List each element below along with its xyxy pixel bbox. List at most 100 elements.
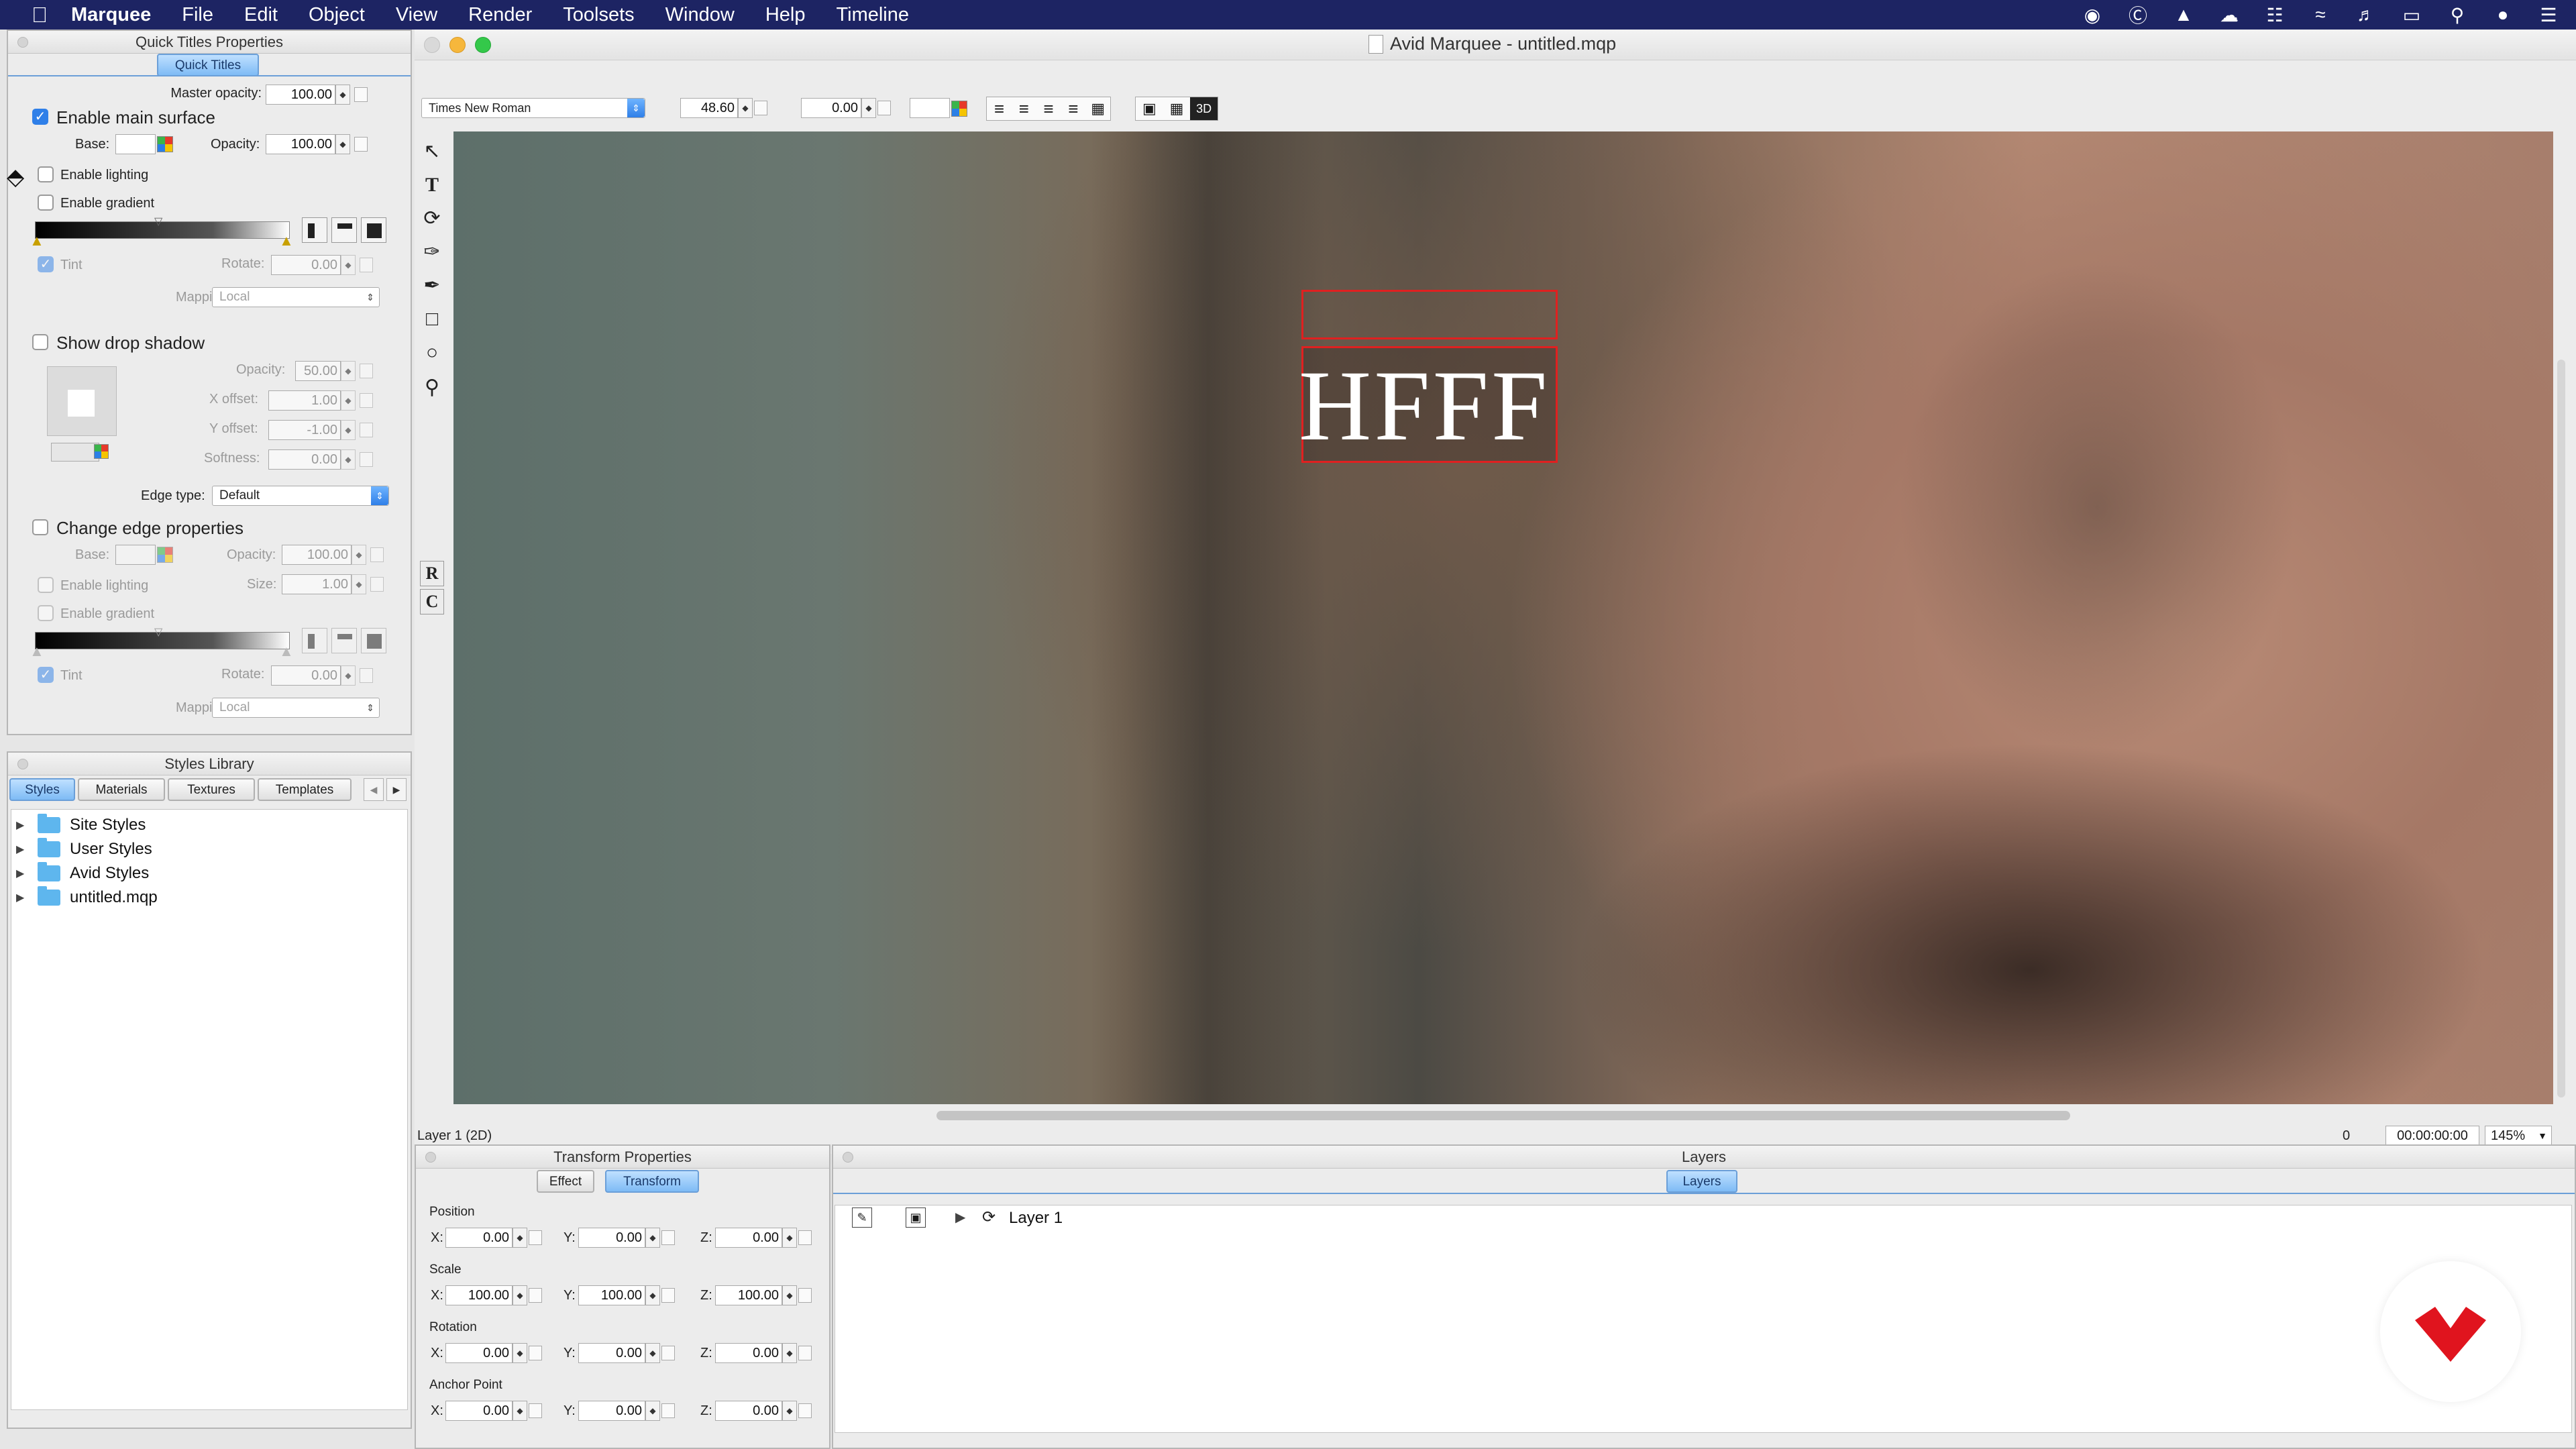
- shadow-preview[interactable]: [47, 366, 117, 436]
- edge-type-dropdown[interactable]: Default ⇕: [212, 486, 389, 506]
- close-icon[interactable]: [425, 1152, 436, 1163]
- title-text[interactable]: HFFF: [1299, 356, 1550, 456]
- gradient-box-button[interactable]: [361, 217, 386, 243]
- close-icon[interactable]: [843, 1152, 853, 1163]
- disclosure-icon[interactable]: ▶: [16, 891, 30, 904]
- master-opacity-field[interactable]: 100.00: [266, 85, 335, 105]
- rotation-y-keyframe[interactable]: [661, 1346, 675, 1360]
- position-y-keyframe[interactable]: [661, 1230, 675, 1245]
- rotation-x-stepper[interactable]: ◆: [513, 1343, 527, 1363]
- edge-enable-lighting-checkbox[interactable]: [38, 577, 54, 593]
- y-offset-keyframe[interactable]: [360, 423, 373, 437]
- softness-stepper[interactable]: ◆: [341, 449, 356, 470]
- tree-item-untitled[interactable]: ▶ untitled.mqp: [16, 885, 158, 910]
- scale-z-keyframe[interactable]: [798, 1288, 812, 1303]
- size-keyframe[interactable]: [370, 577, 384, 592]
- freehand-tool-icon[interactable]: ✑: [417, 237, 447, 267]
- y-offset-stepper[interactable]: ◆: [341, 420, 356, 440]
- vertical-scrollbar[interactable]: [2557, 360, 2565, 1097]
- rotation-z-stepper[interactable]: ◆: [782, 1343, 797, 1363]
- edge-opacity-keyframe[interactable]: [370, 547, 384, 562]
- position-x-keyframe[interactable]: [529, 1230, 542, 1245]
- position-y-field[interactable]: 0.00: [578, 1228, 645, 1248]
- rotation-z-field[interactable]: 0.00: [715, 1343, 782, 1363]
- shadow-opacity-keyframe[interactable]: [360, 364, 373, 378]
- rotation-z-keyframe[interactable]: [798, 1346, 812, 1360]
- edge-gradient-midpoint-icon[interactable]: ▽: [154, 625, 162, 639]
- position-x-stepper[interactable]: ◆: [513, 1228, 527, 1248]
- zoom-dropdown[interactable]: 145% ▼: [2485, 1126, 2552, 1146]
- text-color-swatch[interactable]: [910, 98, 950, 118]
- cloud-icon[interactable]: ☁: [2218, 4, 2241, 26]
- menu-window[interactable]: Window: [665, 4, 735, 26]
- edge-opacity-field[interactable]: 100.00: [282, 545, 352, 565]
- edge-enable-gradient-checkbox[interactable]: [38, 605, 54, 621]
- gradient-linear-button[interactable]: [302, 217, 327, 243]
- scale-x-stepper[interactable]: ◆: [513, 1285, 527, 1305]
- align-grid-icon[interactable]: ▦: [1085, 97, 1110, 120]
- font-size-field[interactable]: 48.60: [680, 98, 738, 118]
- position-y-stepper[interactable]: ◆: [645, 1228, 660, 1248]
- skype-icon[interactable]: Ⓒ: [2127, 1, 2149, 28]
- gradient-midpoint-icon[interactable]: ▽: [154, 215, 162, 228]
- edge-gradient-stop-right-icon[interactable]: ▲: [279, 643, 294, 660]
- edge-rotate-field[interactable]: 0.00: [271, 665, 341, 686]
- align-center-icon[interactable]: ≡: [1012, 97, 1036, 120]
- scale-y-field[interactable]: 100.00: [578, 1285, 645, 1305]
- align-justify-icon[interactable]: ≡: [1061, 97, 1085, 120]
- enable-main-surface-checkbox[interactable]: ✓: [32, 109, 48, 125]
- rotate-keyframe[interactable]: [360, 258, 373, 272]
- text-tool-icon[interactable]: T: [417, 170, 447, 200]
- menu-object[interactable]: Object: [309, 4, 365, 26]
- scale-y-keyframe[interactable]: [661, 1288, 675, 1303]
- master-opacity-stepper[interactable]: ◆: [335, 85, 350, 105]
- grid-view-icon[interactable]: ▦: [1163, 97, 1191, 120]
- anchor-z-keyframe[interactable]: [798, 1403, 812, 1418]
- align-right-icon[interactable]: ≡: [1036, 97, 1061, 120]
- size-field[interactable]: 1.00: [282, 574, 352, 594]
- kerning-stepper[interactable]: ◆: [861, 98, 876, 118]
- rotation-y-stepper[interactable]: ◆: [645, 1343, 660, 1363]
- menu-edit[interactable]: Edit: [244, 4, 278, 26]
- airplay-icon[interactable]: ▭: [2400, 4, 2423, 26]
- edge-opacity-stepper[interactable]: ◆: [352, 545, 366, 565]
- font-size-stepper[interactable]: ◆: [738, 98, 753, 118]
- window-close-button[interactable]: [424, 37, 440, 53]
- anchor-y-stepper[interactable]: ◆: [645, 1401, 660, 1421]
- edge-base-swatch[interactable]: [115, 545, 156, 565]
- disclosure-icon[interactable]: ▶: [16, 867, 30, 880]
- apple-icon[interactable]: : [23, 3, 56, 28]
- tree-item-avid-styles[interactable]: ▶ Avid Styles: [16, 861, 149, 885]
- scale-x-field[interactable]: 100.00: [445, 1285, 513, 1305]
- position-x-field[interactable]: 0.00: [445, 1228, 513, 1248]
- rotation-y-field[interactable]: 0.00: [578, 1343, 645, 1363]
- window-minimize-button[interactable]: [449, 37, 466, 53]
- anchor-z-stepper[interactable]: ◆: [782, 1401, 797, 1421]
- tab-textures[interactable]: Textures: [168, 778, 255, 801]
- edge-tint-checkbox[interactable]: ✓: [38, 667, 54, 683]
- opacity-field[interactable]: 100.00: [266, 134, 335, 154]
- anchor-x-stepper[interactable]: ◆: [513, 1401, 527, 1421]
- scale-z-field[interactable]: 100.00: [715, 1285, 782, 1305]
- roll-tool-button[interactable]: R: [420, 561, 444, 586]
- menu-timeline[interactable]: Timeline: [836, 4, 909, 26]
- shadow-opacity-field[interactable]: 50.00: [295, 361, 341, 381]
- enable-lighting-checkbox[interactable]: [38, 166, 54, 182]
- gradient-stop-right-icon[interactable]: ▲: [279, 232, 294, 250]
- record-icon[interactable]: ◉: [2081, 4, 2104, 26]
- upload-icon[interactable]: ▲: [2172, 4, 2195, 25]
- shadow-opacity-stepper[interactable]: ◆: [341, 361, 356, 381]
- kerning-field[interactable]: 0.00: [801, 98, 861, 118]
- close-icon[interactable]: [17, 759, 28, 769]
- close-icon[interactable]: [17, 37, 28, 48]
- search-icon[interactable]: ⚲: [2446, 4, 2469, 26]
- font-size-keyframe[interactable]: [754, 101, 767, 115]
- rotate-tool-icon[interactable]: ⟳: [417, 204, 447, 233]
- tab-templates[interactable]: Templates: [258, 778, 352, 801]
- text-color-picker-icon[interactable]: [951, 101, 967, 117]
- x-offset-keyframe[interactable]: [360, 393, 373, 408]
- rotation-x-field[interactable]: 0.00: [445, 1343, 513, 1363]
- edge-color-picker-icon[interactable]: [157, 547, 173, 563]
- tab-quick-titles[interactable]: Quick Titles: [157, 54, 259, 76]
- menu-file[interactable]: File: [182, 4, 213, 26]
